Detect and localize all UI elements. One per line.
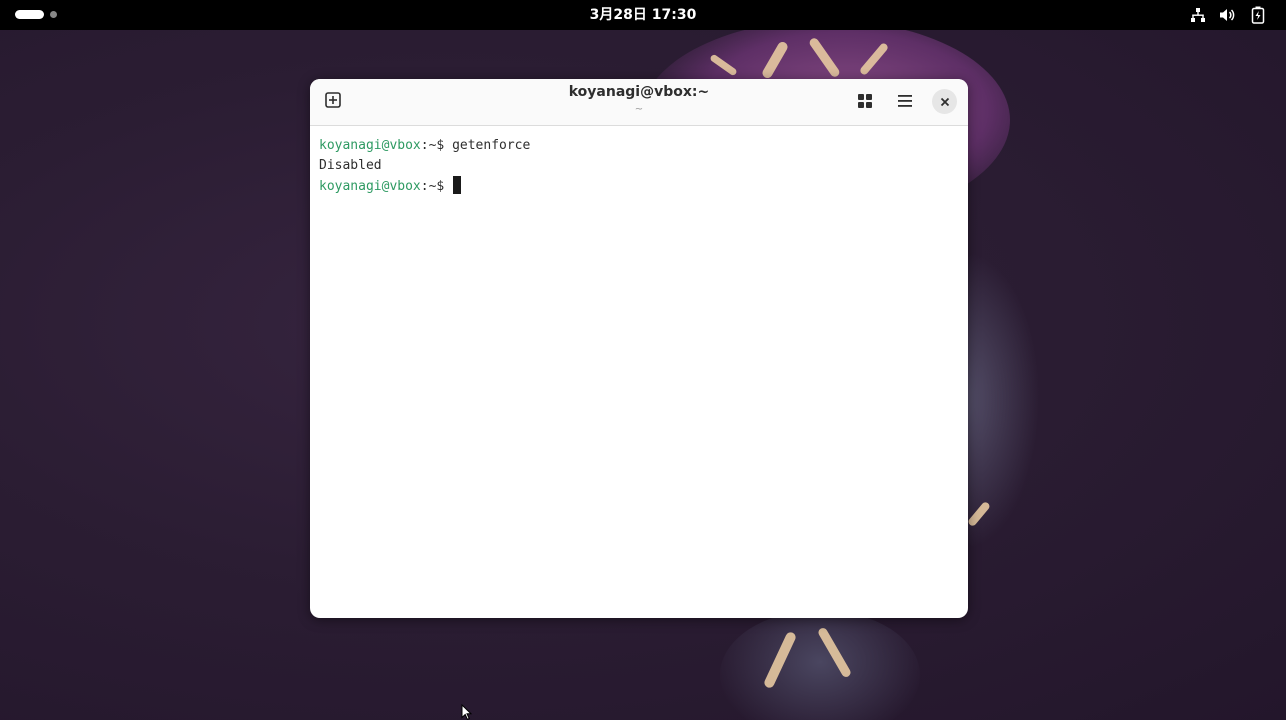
activities-button[interactable]: [15, 10, 57, 19]
network-icon: [1188, 5, 1208, 25]
top-bar: 3月28日 17:30: [0, 0, 1286, 30]
prompt-path: :~$: [420, 179, 453, 194]
prompt-user: koyanagi@vbox: [319, 179, 421, 194]
system-tray[interactable]: [1188, 5, 1268, 25]
terminal-line: koyanagi@vbox:~$ getenforce: [319, 136, 959, 156]
prompt-path: :~$: [420, 138, 453, 153]
volume-icon: [1218, 5, 1238, 25]
command-text: getenforce: [452, 138, 531, 153]
desktop: 3月28日 17:30 koyanagi@vbox:~ ~ koyanagi@v…: [0, 0, 1286, 720]
terminal-line: Disabled: [319, 156, 959, 176]
clock[interactable]: 3月28日 17:30: [590, 7, 697, 23]
terminal-headerbar[interactable]: koyanagi@vbox:~ ~: [310, 79, 968, 126]
text-cursor: [453, 176, 462, 194]
menu-icon: [897, 93, 913, 112]
terminal-window[interactable]: koyanagi@vbox:~ ~ koyanagi@vbox:~$ geten…: [310, 79, 968, 618]
terminal-line: koyanagi@vbox:~$: [319, 176, 959, 197]
battery-icon: [1248, 5, 1268, 25]
wallpaper-decoration: [720, 610, 920, 720]
mouse-pointer-icon: [461, 703, 473, 720]
main-menu-button[interactable]: [889, 86, 921, 118]
tab-overview-button[interactable]: [849, 86, 881, 118]
command-output: Disabled: [319, 158, 382, 173]
prompt-user: koyanagi@vbox: [319, 138, 421, 153]
tab-overview-icon: [858, 93, 872, 112]
workspace-indicator-active: [15, 10, 44, 19]
workspace-indicator: [50, 11, 57, 18]
terminal-output[interactable]: koyanagi@vbox:~$ getenforce Disabled koyan…: [310, 126, 968, 207]
close-button[interactable]: [932, 89, 957, 114]
close-icon: [940, 92, 950, 111]
clock-container: 3月28日 17:30: [0, 0, 1286, 30]
